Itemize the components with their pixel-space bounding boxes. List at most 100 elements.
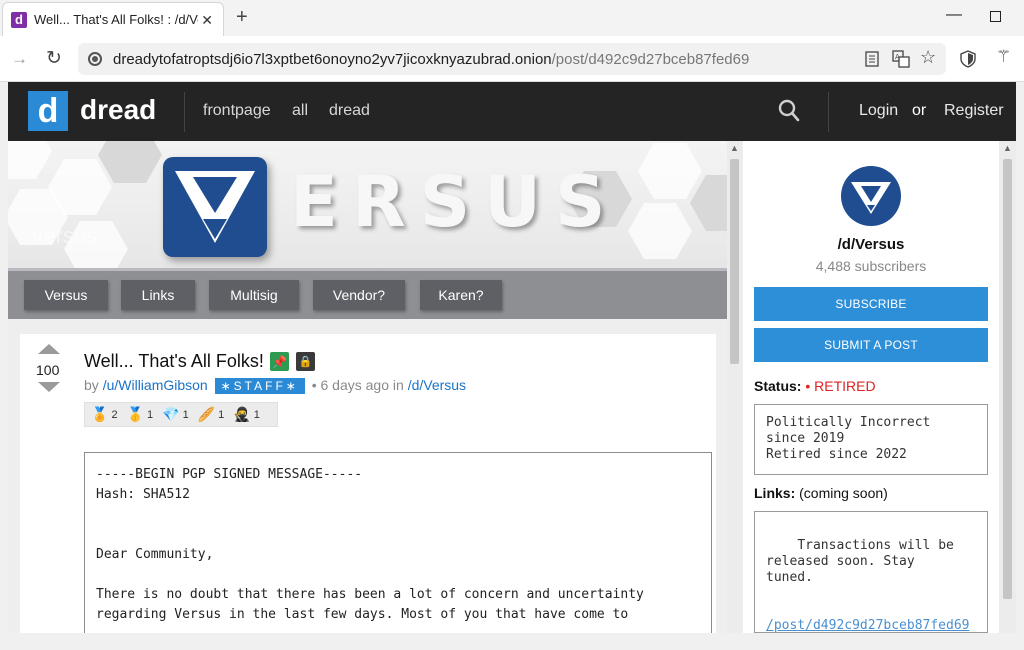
banner-hexagon	[690, 175, 727, 231]
nav-dread[interactable]: dread	[329, 102, 370, 120]
nav-frontpage[interactable]: frontpage	[203, 102, 271, 120]
award-diamond[interactable]: 💎 1	[162, 406, 189, 423]
status-box: Politically Incorrect since 2019 Retired…	[754, 404, 988, 475]
dread-logo-icon[interactable]: d	[28, 91, 68, 131]
award-count: 1	[218, 408, 225, 421]
staff-badge: ∗STAFF∗	[214, 378, 305, 394]
bread-icon: 🥖	[197, 406, 216, 422]
diamond-icon: 💎	[162, 406, 180, 422]
community-sidebar: /d/Versus 4,488 subscribers SUBSCRIBE SU…	[743, 141, 999, 633]
scrollbar-thumb[interactable]	[730, 159, 739, 364]
award-bread[interactable]: 🥖 1	[198, 406, 225, 423]
url-text: dreadytofatroptsdj6io7l3xptbet6onoyno2yv…	[113, 51, 749, 68]
community-link[interactable]: /d/Versus	[408, 377, 466, 393]
post-body: -----BEGIN PGP SIGNED MESSAGE----- Hash:…	[84, 452, 712, 633]
maximize-window-icon[interactable]	[990, 11, 1001, 22]
close-tab-icon[interactable]: ✕	[201, 12, 213, 29]
award-ninja[interactable]: 🥷 1	[233, 406, 260, 423]
scroll-up-arrow-icon[interactable]: ▲	[1003, 143, 1012, 153]
reader-view-icon[interactable]	[865, 51, 879, 67]
nav-all[interactable]: all	[292, 102, 308, 120]
login-link[interactable]: Login	[859, 102, 898, 120]
award-count: 1	[253, 408, 260, 421]
svg-text:A: A	[895, 53, 900, 61]
medal-gold-icon: 🥇	[126, 406, 144, 422]
banner-ghost-text: Versus	[30, 223, 98, 248]
url-path: /post/d492c9d27bceb87fed69	[551, 50, 750, 68]
community-banner: Versus ERSUS Versus Links Multisig Vendo…	[8, 141, 727, 319]
community-name[interactable]: /d/Versus	[743, 236, 999, 253]
banner-hexagon	[98, 141, 162, 183]
banner-nav-bar: Versus Links Multisig Vendor? Karen?	[8, 268, 727, 319]
or-text: or	[912, 102, 927, 119]
tab-title: Well... That's All Folks! : /d/Versus	[34, 12, 198, 27]
new-tab-icon[interactable]: +	[236, 6, 248, 29]
pin-icon: 📌	[270, 352, 289, 371]
upvote-arrow-icon[interactable]	[38, 344, 60, 354]
subscribe-button[interactable]: SUBSCRIBE	[754, 287, 988, 321]
links-box: Transactions will be released soon. Stay…	[754, 511, 988, 633]
post-byline: by /u/WilliamGibson ∗STAFF∗ • 6 days ago…	[84, 377, 466, 394]
community-avatar-icon	[841, 166, 901, 226]
content-scrollbar[interactable]: ▲	[727, 141, 742, 633]
url-host: dreadytofatroptsdj6io7l3xptbet6onoyno2yv…	[113, 50, 552, 68]
header-divider	[184, 92, 185, 132]
arrow-forward-icon[interactable]: →	[11, 49, 28, 69]
banner-hexagon	[638, 143, 702, 199]
address-bar: → ↻ dreadytofatroptsdj6io7l3xptbet6onoyn…	[0, 36, 1024, 82]
author-link[interactable]: /u/WilliamGibson	[103, 377, 208, 393]
banner-nav-links[interactable]: Links	[121, 280, 195, 310]
byline-by: by	[84, 377, 99, 393]
banner-nav-multisig[interactable]: Multisig	[209, 280, 299, 310]
shield-icon[interactable]	[960, 50, 976, 68]
url-field[interactable]: dreadytofatroptsdj6io7l3xptbet6onoyno2yv…	[78, 43, 946, 75]
banner-hexagon	[8, 141, 52, 179]
lock-icon: 🔒	[296, 352, 315, 371]
status-value: • RETIRED	[805, 378, 876, 394]
search-icon[interactable]	[778, 99, 800, 123]
banner-nav-vendor[interactable]: Vendor?	[313, 280, 405, 310]
minimize-window-icon[interactable]: —	[946, 6, 962, 24]
onion-icon	[88, 52, 102, 66]
translate-icon[interactable]: A	[892, 50, 910, 68]
versus-logo-icon	[163, 157, 267, 257]
award-count: 2	[111, 408, 118, 421]
wand-icon[interactable]: ⚚	[996, 47, 1011, 67]
site-logo-text[interactable]: dread	[80, 94, 156, 126]
vote-count: 100	[36, 362, 60, 378]
medal-bronze-icon: 🏅	[91, 406, 109, 422]
register-link[interactable]: Register	[944, 102, 1004, 120]
links-heading: Links: (coming soon)	[754, 485, 888, 501]
awards-bar: 🏅 2 🥇 1 💎 1 🥖 1 🥷 1	[84, 402, 278, 427]
submit-post-button[interactable]: SUBMIT A POST	[754, 328, 988, 362]
subscriber-count: 4,488 subscribers	[815, 258, 927, 274]
links-box-text: Transactions will be released soon. Stay…	[766, 538, 954, 585]
ninja-icon: 🥷	[233, 406, 251, 422]
downvote-arrow-icon[interactable]	[38, 382, 60, 392]
header-divider	[828, 92, 829, 132]
browser-tab-active[interactable]: d Well... That's All Folks! : /d/Versus …	[2, 2, 224, 36]
reload-icon[interactable]: ↻	[46, 47, 62, 70]
banner-hexagon	[628, 203, 692, 259]
post-time: • 6 days ago in	[311, 377, 404, 393]
banner-nav-versus[interactable]: Versus	[24, 280, 108, 310]
banner-nav-karen[interactable]: Karen?	[420, 280, 502, 310]
post-link[interactable]: /post/d492c9d27bceb87fed69	[766, 618, 970, 633]
page-scrollbar[interactable]: ▲	[999, 141, 1016, 633]
award-count: 1	[182, 408, 189, 421]
dread-favicon-icon: d	[11, 11, 27, 28]
scrollbar-thumb[interactable]	[1003, 159, 1012, 599]
site-header: d dread frontpage all dread Login or Reg…	[8, 82, 1016, 141]
status-label: Status:	[754, 378, 802, 394]
award-medal-bronze[interactable]: 🏅 2	[91, 406, 118, 423]
star-icon[interactable]: ☆	[920, 47, 936, 68]
banner-title: ERSUS	[290, 161, 620, 243]
links-note: (coming soon)	[799, 485, 888, 501]
scroll-up-arrow-icon[interactable]: ▲	[730, 143, 739, 153]
post-title[interactable]: Well... That's All Folks!	[84, 351, 264, 372]
links-label: Links:	[754, 485, 796, 501]
award-medal-gold[interactable]: 🥇 1	[127, 406, 154, 423]
award-count: 1	[147, 408, 154, 421]
browser-tab-bar: d Well... That's All Folks! : /d/Versus …	[0, 0, 1024, 36]
status-line: Status: • RETIRED	[754, 378, 876, 394]
